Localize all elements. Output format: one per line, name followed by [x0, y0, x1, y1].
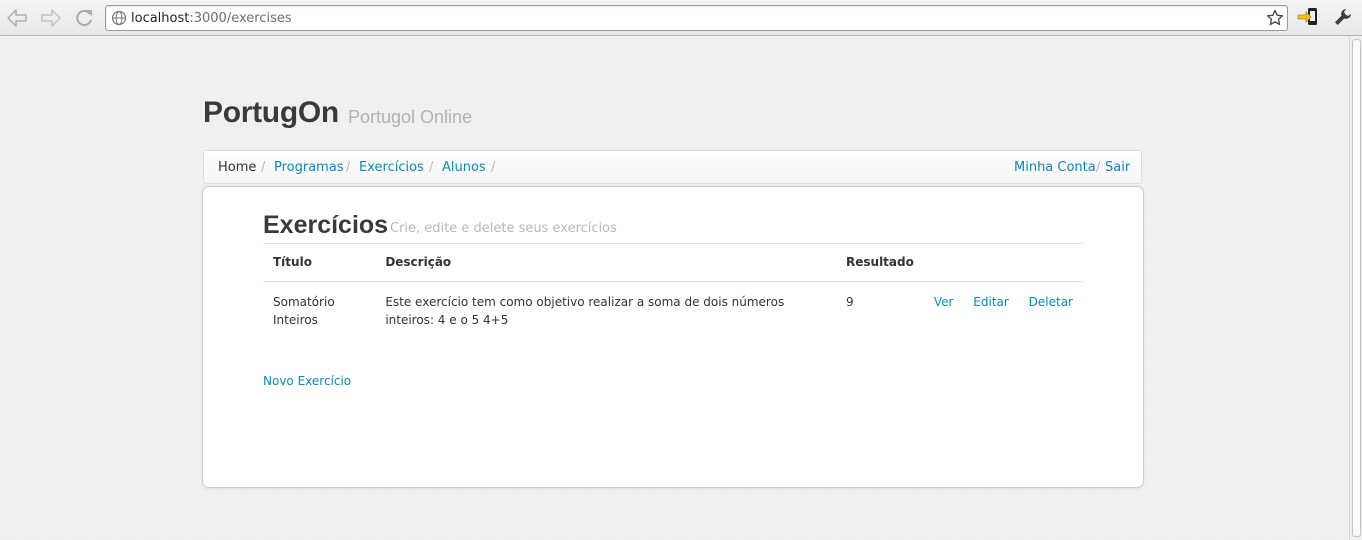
breadcrumb-alunos[interactable]: Alunos — [442, 160, 486, 176]
breadcrumb-exercicios[interactable]: Exercícios — [359, 160, 424, 176]
content-panel: Exercícios Crie, edite e delete seus exe… — [202, 186, 1144, 488]
exercises-table: Título Descrição Resultado Somatório Int… — [263, 244, 1083, 337]
globe-icon — [111, 10, 127, 26]
scrollbar-thumb[interactable] — [1352, 39, 1361, 537]
breadcrumb: Home / Programas / Exercícios / Alunos /… — [203, 150, 1142, 184]
brand-title: PortugOn — [203, 96, 339, 129]
table-header-row: Título Descrição Resultado — [263, 244, 1083, 282]
page-subtitle: Crie, edite e delete seus exercícios — [390, 221, 617, 236]
wrench-icon[interactable] — [1333, 7, 1353, 27]
breadcrumb-separator: / — [491, 160, 496, 175]
cell-actions: Ver Editar Deletar — [924, 281, 1083, 337]
column-header-actions — [923, 244, 1083, 282]
cell-result: 9 — [846, 294, 854, 309]
forward-arrow-icon — [41, 9, 61, 27]
extension-icon[interactable] — [1297, 7, 1319, 27]
view-link[interactable]: Ver — [934, 295, 954, 309]
cell-title: Somatório Inteiros — [273, 294, 335, 327]
cell-description: Este exercício tem como objetivo realiza… — [385, 294, 785, 327]
edit-link[interactable]: Editar — [973, 295, 1009, 309]
back-arrow-icon — [7, 9, 27, 27]
reload-icon — [76, 10, 92, 27]
reload-button[interactable] — [71, 5, 97, 31]
account-link[interactable]: Minha Conta — [1014, 160, 1096, 176]
url-text: localhost:3000/exercises — [131, 10, 292, 27]
breadcrumb-home[interactable]: Home — [218, 160, 256, 176]
column-header-result: Resultado — [836, 244, 924, 282]
breadcrumb-programas[interactable]: Programas — [274, 160, 344, 176]
url-host: localhost — [131, 11, 190, 26]
breadcrumb-separator: / — [429, 160, 434, 175]
brand-tagline: Portugol Online — [348, 107, 473, 127]
forward-button[interactable] — [38, 5, 64, 31]
table-row: Somatório Inteiros Este exercício tem co… — [263, 281, 1083, 337]
page-title: Exercícios — [263, 211, 389, 239]
column-header-title: Título — [263, 244, 376, 282]
browser-toolbar: localhost:3000/exercises — [0, 0, 1362, 36]
new-exercise-link[interactable]: Novo Exercício — [263, 374, 351, 388]
vertical-scrollbar[interactable] — [1349, 36, 1362, 540]
address-bar[interactable]: localhost:3000/exercises — [105, 5, 1288, 31]
breadcrumb-separator: / — [346, 160, 351, 175]
back-button[interactable] — [4, 5, 30, 31]
column-header-description: Descrição — [375, 244, 836, 282]
breadcrumb-separator: / — [1096, 160, 1101, 175]
delete-link[interactable]: Deletar — [1029, 295, 1073, 309]
star-icon[interactable] — [1266, 9, 1284, 27]
breadcrumb-separator: / — [261, 160, 266, 175]
logout-link[interactable]: Sair — [1105, 160, 1130, 176]
url-path: :3000/exercises — [189, 11, 292, 26]
